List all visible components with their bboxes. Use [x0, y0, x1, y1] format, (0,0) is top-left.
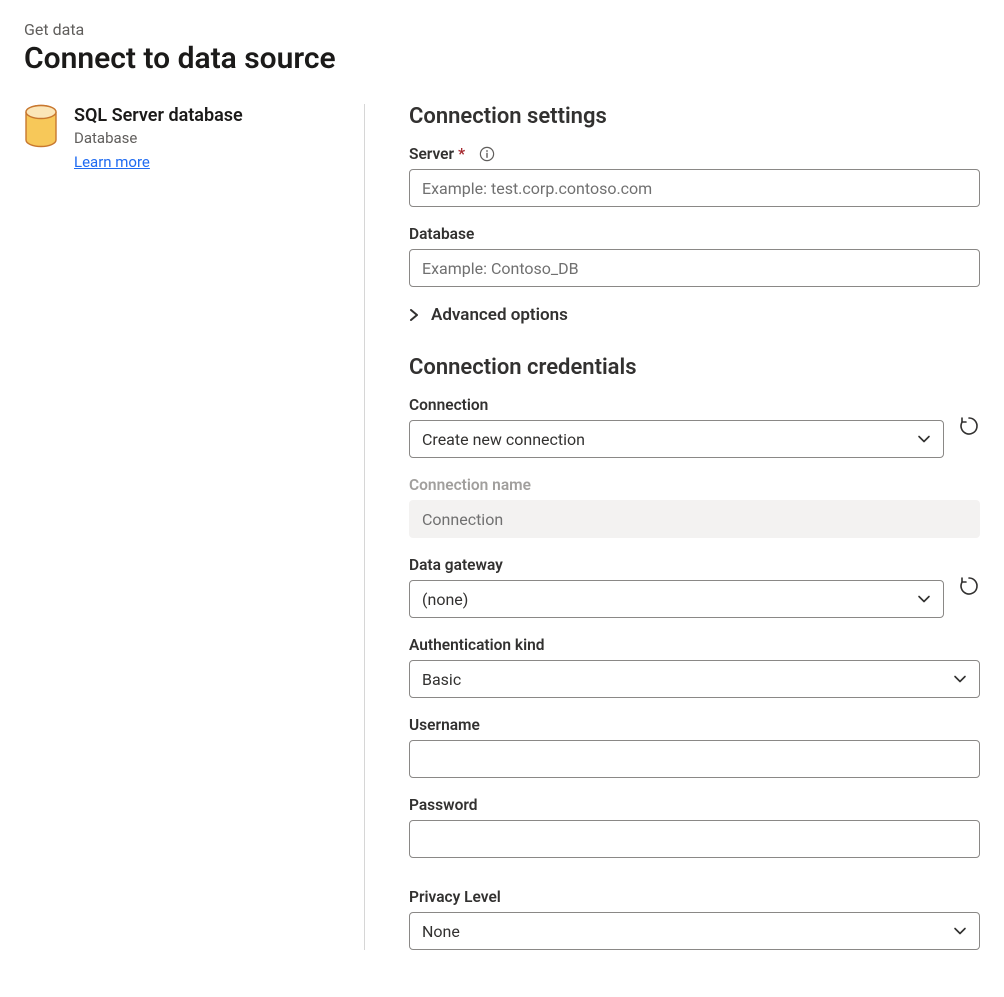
- source-title: SQL Server database: [74, 104, 243, 127]
- data-gateway-select-value: (none): [422, 590, 468, 609]
- connection-name-label: Connection name: [409, 476, 980, 494]
- auth-kind-label: Authentication kind: [409, 636, 980, 654]
- info-icon[interactable]: [479, 146, 495, 162]
- refresh-icon: [958, 415, 980, 437]
- connection-name-input: [409, 500, 980, 538]
- refresh-icon: [958, 575, 980, 597]
- chevron-down-icon: [917, 592, 931, 606]
- auth-kind-select-value: Basic: [422, 670, 461, 689]
- connection-settings-heading: Connection settings: [409, 104, 980, 129]
- source-subtitle: Database: [74, 129, 243, 147]
- connection-label: Connection: [409, 396, 944, 414]
- server-label: Server *: [409, 145, 980, 163]
- password-input[interactable]: [409, 820, 980, 858]
- data-gateway-select[interactable]: (none): [409, 580, 944, 618]
- advanced-options-toggle[interactable]: Advanced options: [409, 305, 980, 325]
- chevron-right-icon: [409, 309, 421, 321]
- privacy-level-label: Privacy Level: [409, 888, 980, 906]
- connection-refresh-button[interactable]: [958, 415, 980, 439]
- data-gateway-label: Data gateway: [409, 556, 944, 574]
- password-label: Password: [409, 796, 980, 814]
- learn-more-link[interactable]: Learn more: [74, 153, 150, 171]
- connection-select-value: Create new connection: [422, 430, 585, 449]
- server-input[interactable]: [409, 169, 980, 207]
- username-label: Username: [409, 716, 980, 734]
- database-input[interactable]: [409, 249, 980, 287]
- required-indicator: *: [458, 145, 465, 163]
- breadcrumb: Get data: [24, 20, 980, 39]
- database-icon: [24, 104, 58, 148]
- server-label-text: Server: [409, 145, 454, 163]
- connection-credentials-heading: Connection credentials: [409, 355, 980, 380]
- data-source-card: SQL Server database Database Learn more: [24, 104, 340, 171]
- privacy-level-select[interactable]: None: [409, 912, 980, 950]
- chevron-down-icon: [917, 432, 931, 446]
- database-label: Database: [409, 225, 980, 243]
- gateway-refresh-button[interactable]: [958, 575, 980, 599]
- chevron-down-icon: [953, 672, 967, 686]
- auth-kind-select[interactable]: Basic: [409, 660, 980, 698]
- chevron-down-icon: [953, 924, 967, 938]
- advanced-options-label: Advanced options: [431, 305, 568, 325]
- connection-select[interactable]: Create new connection: [409, 420, 944, 458]
- username-input[interactable]: [409, 740, 980, 778]
- privacy-level-select-value: None: [422, 922, 460, 941]
- page-title: Connect to data source: [24, 41, 980, 76]
